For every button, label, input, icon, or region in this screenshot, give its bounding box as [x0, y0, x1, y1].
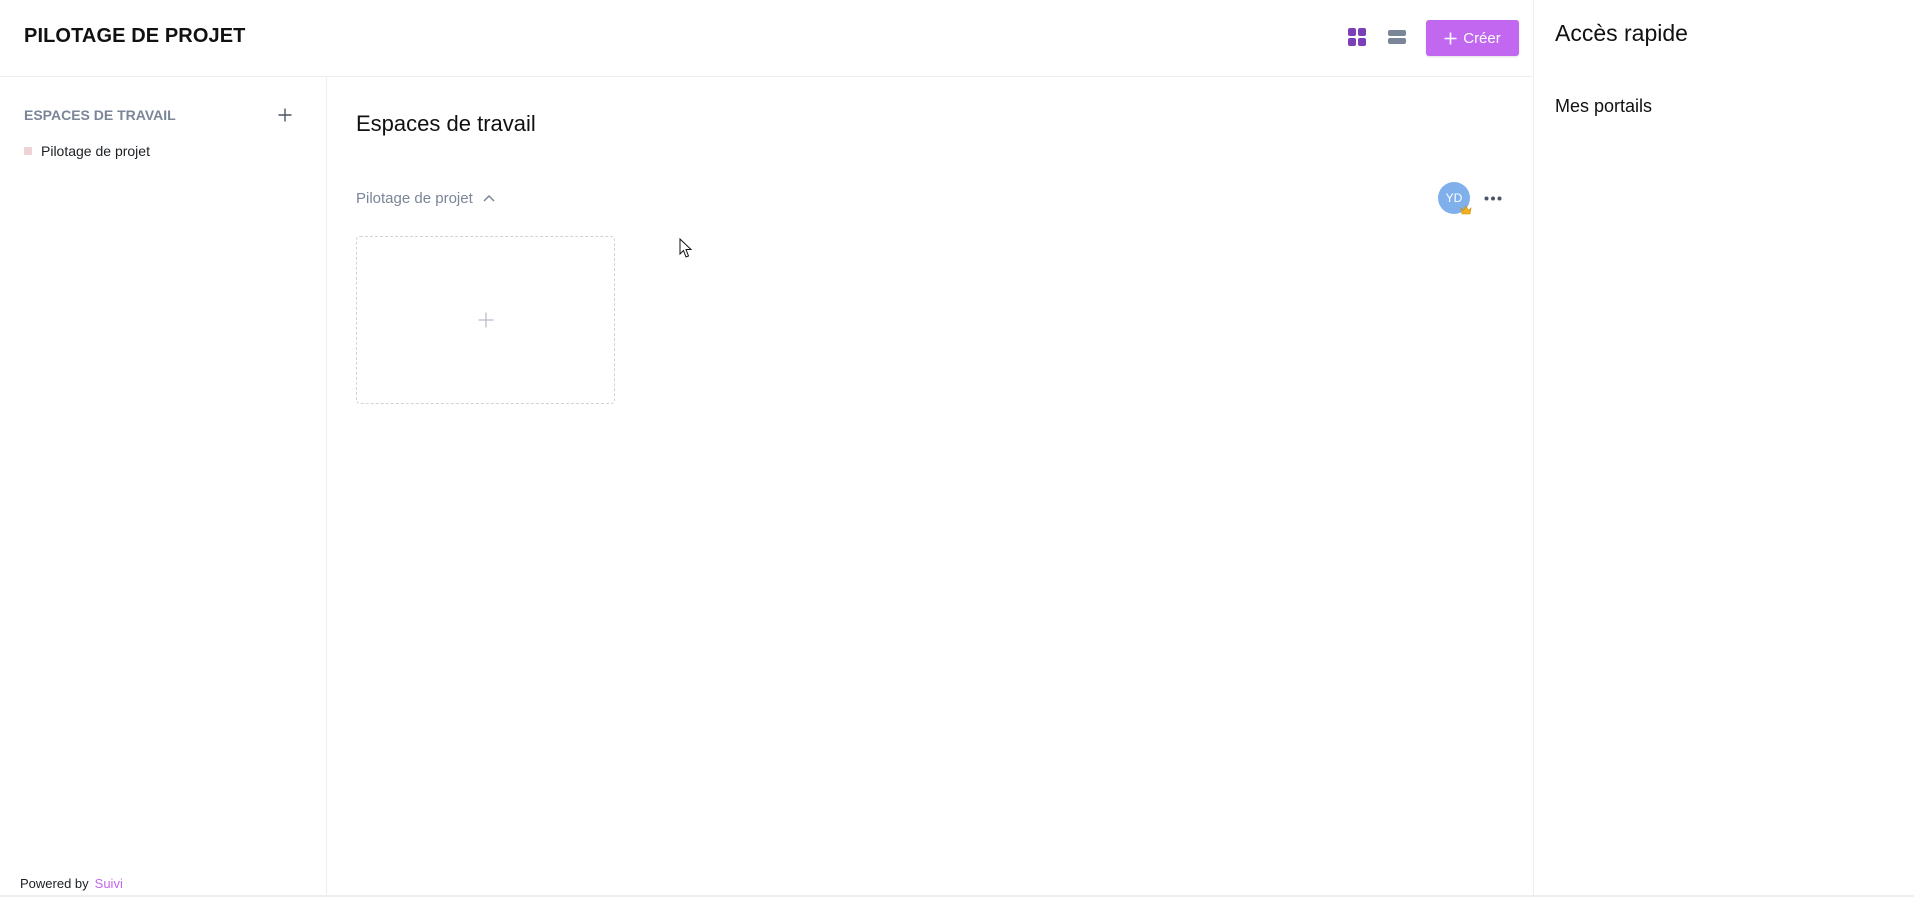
avatar-initials: YD	[1445, 191, 1463, 205]
create-button[interactable]: Créer	[1426, 20, 1519, 56]
mouse-cursor-icon	[679, 238, 693, 258]
list-view-icon	[1388, 30, 1406, 44]
workspace-toggle[interactable]: Pilotage de projet	[356, 188, 495, 208]
quick-access-title: Accès rapide	[1555, 20, 1688, 46]
brand-link[interactable]: Suivi	[95, 876, 123, 891]
more-options-button[interactable]	[1480, 186, 1506, 210]
sidebar-heading: ESPACES DE TRAVAIL	[24, 107, 176, 123]
chevron-up-icon	[483, 194, 495, 202]
avatar[interactable]: YD	[1438, 182, 1472, 215]
powered-by-label: Powered by	[20, 876, 89, 891]
more-horizontal-icon	[1484, 196, 1502, 200]
plus-icon	[1444, 32, 1457, 45]
grid-view-button[interactable]	[1345, 25, 1369, 49]
grid-view-icon	[1348, 28, 1366, 46]
page-title: Espaces de travail	[356, 111, 536, 136]
crown-icon	[1460, 205, 1472, 215]
add-workspace-button[interactable]	[274, 104, 296, 126]
sidebar-item-pilotage-de-projet[interactable]: Pilotage de projet	[24, 141, 150, 161]
quick-access-panel: Accès rapide Mes portails	[1533, 0, 1914, 895]
sidebar: ESPACES DE TRAVAIL Pilotage de projet Po…	[0, 77, 327, 895]
my-portals-heading: Mes portails	[1555, 96, 1653, 116]
powered-by: Powered by Suivi	[20, 876, 123, 891]
bottom-border	[0, 895, 1914, 897]
workspace-name: Pilotage de projet	[356, 189, 473, 207]
plus-icon	[278, 108, 292, 122]
workspace-color-dot	[24, 147, 32, 155]
list-view-button[interactable]	[1385, 25, 1409, 49]
sidebar-item-label: Pilotage de projet	[41, 143, 150, 159]
add-portal-card[interactable]	[356, 236, 615, 404]
create-button-label: Créer	[1463, 29, 1501, 47]
plus-icon	[478, 312, 493, 328]
app-window: PILOTAGE DE PROJET Créer ESPACES DE TRAV…	[0, 0, 1914, 900]
app-title: PILOTAGE DE PROJET	[24, 25, 246, 47]
